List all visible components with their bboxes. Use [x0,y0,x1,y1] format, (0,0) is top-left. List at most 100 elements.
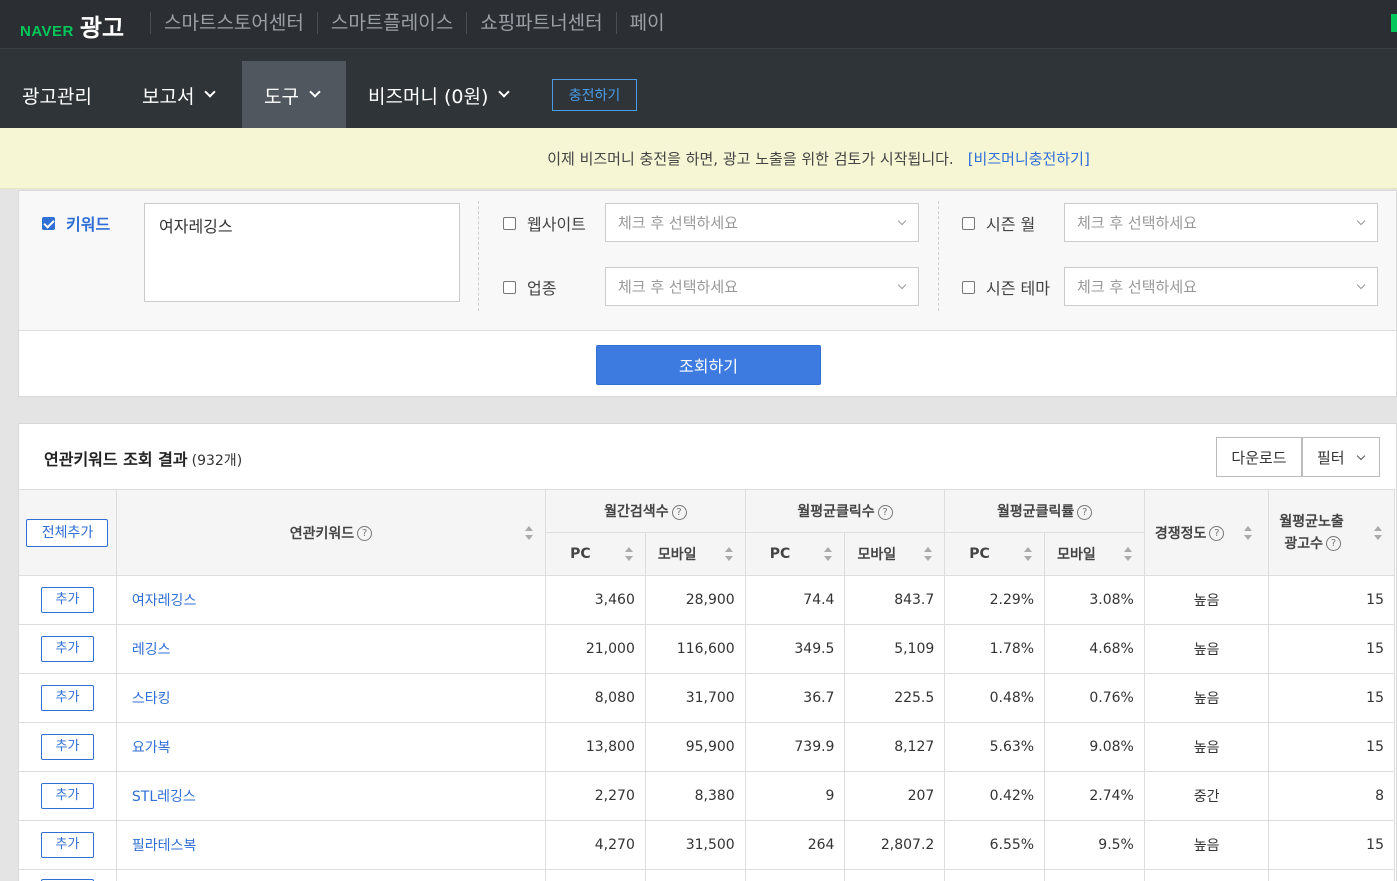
avg-ctr-header: 월평균클릭률? [944,489,1145,533]
help-icon[interactable]: ? [671,504,687,520]
sort-icon[interactable] [824,547,833,561]
mobile-search-header[interactable]: 모바일 [644,532,746,576]
avg-ads-header[interactable]: 월평균노출 광고수? [1268,489,1395,576]
season-theme-checkbox[interactable] [962,281,975,294]
sort-icon[interactable] [724,547,733,561]
download-button[interactable]: 다운로드 [1216,437,1302,477]
season-month-checkbox[interactable] [962,217,975,230]
season-theme-select[interactable]: 체크 후 선택하세요 [1064,267,1378,306]
smartplace-link[interactable]: 스마트플레이스 [316,12,466,34]
shopping-partner-link[interactable]: 쇼핑파트너센터 [466,12,615,34]
help-icon[interactable]: ? [1077,504,1093,520]
pc-search-cell: 21,000 [545,624,646,674]
industry-checkbox[interactable] [503,281,516,294]
competition-cell: 높음 [1143,624,1270,674]
mobile-ctr-header[interactable]: 모바일 [1044,532,1145,576]
avg-ads-label-1: 월평균노출 [1279,513,1344,530]
table-row-partial [19,869,1395,881]
competition-cell: 높음 [1143,673,1270,723]
pc-clicks-header[interactable]: PC [744,532,846,576]
competition-cell: 높음 [1143,575,1270,625]
keyword-results-table: 전체추가 연관키워드? 월간검색수? 월평균클릭수? 월평균클릭률? 경쟁정도? [19,489,1395,881]
add-keyword-button[interactable]: 추가 [40,734,94,760]
help-icon[interactable]: ? [1326,536,1342,551]
mobile-search-cell: 95,900 [644,722,746,772]
divider [478,201,479,311]
sort-icon[interactable] [924,547,933,561]
mobile-search-cell: 31,500 [644,820,746,870]
competition-cell: 높음 [1143,722,1270,772]
sort-icon[interactable] [1244,525,1253,540]
ads-cell: 15 [1268,673,1395,723]
keyword-checkbox[interactable] [42,217,55,230]
add-cell: 추가 [19,575,117,625]
ads-cell: 15 [1268,624,1395,674]
naver-ad-logo[interactable]: NAVER 광고 [20,8,124,43]
sort-icon[interactable] [624,547,633,561]
add-keyword-button[interactable]: 추가 [40,832,94,858]
ads-cell: 15 [1268,722,1395,772]
smartstore-link[interactable]: 스마트스토어센터 [150,12,317,34]
search-button[interactable]: 조회하기 [596,345,821,385]
competition-header[interactable]: 경쟁정도? [1143,489,1270,576]
competition-cell: 중간 [1143,771,1270,821]
help-icon[interactable]: ? [1209,526,1225,541]
pc-search-header[interactable]: PC [545,532,646,576]
sort-icon[interactable] [1024,547,1033,561]
add-keyword-button[interactable]: 추가 [40,587,94,613]
keyword-textarea[interactable]: 여자레깅스 [144,203,460,302]
mobile-clicks-header[interactable]: 모바일 [844,532,946,576]
nav-ad-manage[interactable]: 광고관리 [0,61,114,129]
nav-tools-label: 도구 [264,85,299,108]
help-icon[interactable]: ? [877,504,893,520]
add-keyword-button[interactable]: 추가 [40,783,94,809]
nav-bizmoney-label: 비즈머니 (0원) [368,85,489,108]
pc-ctr-header[interactable]: PC [944,532,1046,576]
charge-button[interactable]: 충전하기 [552,79,637,111]
monthly-search-header: 월간검색수? [545,489,746,533]
keyword-cell[interactable]: 스타킹 [115,673,547,723]
nav-tools[interactable]: 도구 [242,61,346,129]
chevron-down-icon [897,280,907,290]
mobile-ctr-cell: 2.74% [1044,771,1145,821]
pc-search-cell: 13,800 [545,722,646,772]
add-keyword-button[interactable]: 추가 [40,636,94,662]
chevron-down-icon [1356,280,1366,290]
pc-clicks-cell: 739.9 [744,722,846,772]
mobile-label: 모바일 [1057,547,1096,563]
add-all-header: 전체추가 [19,489,117,576]
add-all-button[interactable]: 전체추가 [26,518,109,547]
pc-ctr-cell: 0.42% [944,771,1046,821]
competition-label: 경쟁정도 [1154,525,1207,542]
pc-search-cell: 8,080 [545,673,646,723]
sort-icon[interactable] [525,525,534,540]
nav-bizmoney[interactable]: 비즈머니 (0원) [346,61,530,129]
industry-select[interactable]: 체크 후 선택하세요 [605,267,919,306]
keyword-cell[interactable]: 여자레깅스 [115,575,547,625]
season-month-select[interactable]: 체크 후 선택하세요 [1064,203,1378,242]
nav-report[interactable]: 보고서 [120,61,236,129]
bizmoney-charge-link[interactable]: [비즈머니충전하기] [968,148,1090,169]
keyword-cell [115,869,547,881]
mobile-clicks-cell: 225.5 [844,673,946,723]
keyword-cell[interactable]: 요가복 [115,722,547,772]
chevron-down-icon [1356,216,1366,226]
sort-icon[interactable] [1374,525,1382,540]
table-row: 추가 STL레깅스 2,270 8,380 9 207 0.42% 2.74% … [19,771,1395,821]
keyword-cell[interactable]: STL레깅스 [115,771,547,821]
add-cell: 추가 [19,722,117,772]
add-cell: 추가 [19,771,117,821]
pc-label: PC [570,546,591,562]
website-select[interactable]: 체크 후 선택하세요 [605,203,919,242]
keyword-column-header[interactable]: 연관키워드? [115,489,547,576]
add-keyword-button[interactable]: 추가 [40,685,94,711]
sort-icon[interactable] [1123,547,1132,561]
website-checkbox[interactable] [503,217,516,230]
pay-link[interactable]: 페이 [615,12,678,34]
filter-dropdown[interactable]: 필터 [1302,437,1380,477]
keyword-cell[interactable]: 필라테스복 [115,820,547,870]
help-icon[interactable]: ? [357,526,373,541]
avg-clicks-label: 월평균클릭수 [797,504,875,520]
keyword-cell[interactable]: 레깅스 [115,624,547,674]
ads-cell: 15 [1268,575,1395,625]
